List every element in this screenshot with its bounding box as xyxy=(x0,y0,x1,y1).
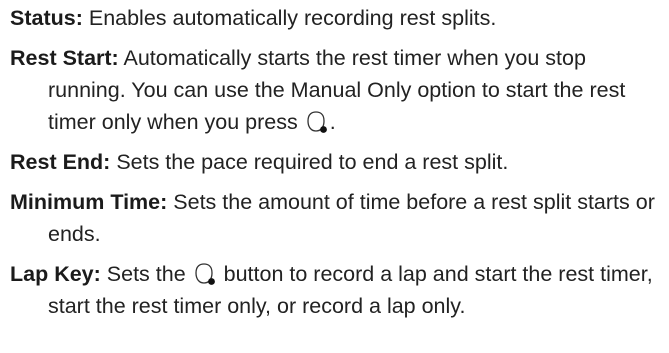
description-lap-key: Sets the xyxy=(100,262,192,286)
term-rest-end: Rest End: xyxy=(10,150,111,174)
description-rest-end: Sets the pace required to end a rest spl… xyxy=(110,150,509,174)
description-rest-start: Automatically starts the rest timer when… xyxy=(48,46,626,134)
description-rest-start-end: . xyxy=(329,110,336,134)
entry-minimum-time: Minimum Time: Sets the amount of time be… xyxy=(10,186,665,250)
watch-button-icon xyxy=(192,262,218,286)
settings-description-list: Status: Enables automatically recording … xyxy=(10,0,665,330)
entry-status: Status: Enables automatically recording … xyxy=(10,2,665,34)
term-status: Status: xyxy=(10,6,83,30)
description-status: Enables automatically recording rest spl… xyxy=(82,6,497,30)
watch-button-icon xyxy=(304,110,330,134)
term-minimum-time: Minimum Time: xyxy=(10,190,168,214)
entry-rest-start: Rest Start: Automatically starts the res… xyxy=(10,42,665,138)
entry-lap-key: Lap Key: Sets the button to record a lap… xyxy=(10,258,665,322)
entry-rest-end: Rest End: Sets the pace required to end … xyxy=(10,146,665,178)
term-lap-key: Lap Key: xyxy=(10,262,101,286)
term-rest-start: Rest Start: xyxy=(10,46,119,70)
